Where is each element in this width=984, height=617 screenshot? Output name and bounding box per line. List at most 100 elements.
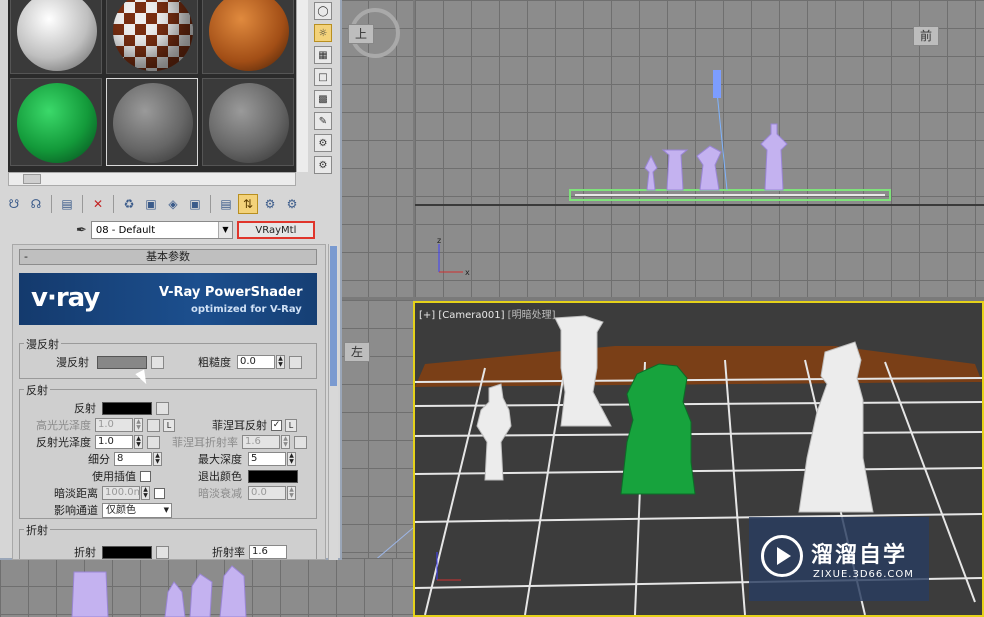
select-by-material-icon[interactable]: ⚙ [314, 156, 332, 174]
material-name-field[interactable]: 08 - Default ▼ [90, 221, 233, 239]
make-unique-icon[interactable]: ♻ [119, 194, 139, 214]
backlight-icon[interactable]: ☼ [314, 24, 332, 42]
exit-color-swatch[interactable] [248, 469, 298, 483]
fresnel-checkbox[interactable]: ✓ [271, 419, 282, 431]
front-king [760, 123, 788, 191]
sample-slots [8, 0, 296, 172]
play-icon [761, 535, 803, 577]
use-interp-checkbox[interactable] [140, 470, 151, 482]
sample-sphere-green [17, 83, 97, 163]
fresnel-ior-spinner-icon[interactable]: ▲ ▼ [281, 435, 290, 449]
ior-input[interactable]: 1.6 [249, 545, 287, 559]
material-toolbar: ☋ ☊ ▤ ✕ ♻ ▣ ◈ ▣ ▤ ⇅ ⚙ ⚙ [4, 193, 324, 215]
front-scene: z x [415, 70, 984, 277]
max-depth-label: 最大深度 [198, 453, 242, 466]
sample-slot-1[interactable] [10, 0, 102, 74]
view-cube-top[interactable]: 上 [348, 24, 374, 44]
refl-gloss-row: 反射光泽度 1.0 ▲ ▼ [36, 434, 160, 450]
params-scrollbar[interactable] [328, 244, 338, 560]
sample-slot-2[interactable] [106, 0, 198, 74]
sample-slot-5[interactable] [106, 78, 198, 166]
toolbar-separator [113, 195, 114, 213]
refl-gloss-map-button[interactable] [147, 435, 160, 449]
eyedropper-icon[interactable]: ✒ [76, 223, 87, 238]
affect-channels-select[interactable]: 仅颜色 ▼ [102, 502, 172, 518]
bottom-viewport[interactable] [0, 558, 415, 617]
max-depth-spinner-icon[interactable]: ▲ ▼ [287, 452, 296, 466]
sample-type-icon[interactable]: ◯ [314, 2, 332, 20]
make-preview-icon[interactable]: ✎ [314, 112, 332, 130]
dim-falloff-input[interactable]: 0.0 [248, 486, 286, 500]
exit-color-label: 退出颜色 [198, 470, 242, 483]
uv-tiling-icon[interactable]: □ [314, 68, 332, 86]
get-material-icon[interactable]: ☋ [4, 194, 24, 214]
bottom-scene [71, 565, 247, 617]
refl-gloss-spinner-icon[interactable]: ▲ ▼ [134, 435, 143, 449]
material-type-button[interactable]: VRayMtl [236, 221, 315, 239]
fresnel-ior-map-button[interactable] [294, 435, 307, 449]
params-scroll-thumb[interactable] [330, 246, 337, 386]
refraction-group-title: 折射 [24, 522, 50, 538]
reset-material-icon[interactable]: ✕ [88, 194, 108, 214]
front-axis-z-label: z [437, 236, 441, 245]
sample-vertical-scrollbar[interactable] [296, 0, 308, 172]
banner-title: V-Ray PowerShader [159, 285, 303, 300]
roughness-map-button[interactable] [289, 355, 302, 369]
hilight-gloss-spinner-icon[interactable]: ▲ ▼ [134, 418, 143, 432]
refl-gloss-label: 反射光泽度 [36, 436, 91, 449]
subdivs-spinner-icon[interactable]: ▲ ▼ [153, 452, 162, 466]
show-map-icon[interactable]: ▣ [185, 194, 205, 214]
put-to-scene-icon[interactable]: ☊ [26, 194, 46, 214]
hilight-gloss-map-button[interactable] [147, 418, 160, 432]
bottom-rook [71, 571, 109, 617]
assign-to-selection-icon[interactable]: ▤ [57, 194, 77, 214]
hilight-lock-button[interactable]: L [163, 418, 175, 432]
subdivs-input[interactable]: 8 [114, 452, 152, 466]
max-depth-row: 最大深度 5 ▲ ▼ [198, 451, 296, 467]
put-to-library-icon[interactable]: ▣ [141, 194, 161, 214]
go-forward-sibling-icon[interactable]: ⚙ [260, 194, 280, 214]
reflect-color-swatch[interactable] [102, 401, 152, 415]
dim-distance-spinner-icon[interactable]: ▲ ▼ [141, 486, 150, 500]
sample-slot-6[interactable] [202, 78, 294, 166]
sample-slot-3[interactable] [202, 0, 294, 74]
refl-gloss-input[interactable]: 1.0 [95, 435, 133, 449]
material-id-icon[interactable]: ◈ [163, 194, 183, 214]
diffuse-row: 漫反射 [56, 354, 164, 370]
sample-sphere-checker [113, 0, 193, 71]
background-icon[interactable]: ▦ [314, 46, 332, 64]
reflect-row: 反射 [74, 400, 169, 416]
fresnel-ior-input[interactable]: 1.6 [242, 435, 280, 449]
hilight-gloss-row: 高光光泽度 1.0 ▲ ▼ L [36, 417, 175, 433]
show-end-result-icon[interactable]: ▤ [216, 194, 236, 214]
hilight-gloss-input[interactable]: 1.0 [95, 418, 133, 432]
go-to-parent-icon[interactable]: ⇅ [238, 194, 258, 214]
diffuse-map-button[interactable] [151, 355, 164, 369]
sample-slot-4[interactable] [10, 78, 102, 166]
roughness-label: 粗糙度 [198, 356, 231, 369]
sample-horizontal-scrollbar[interactable] [8, 172, 296, 186]
fresnel-lock-button[interactable]: L [285, 418, 297, 432]
material-navigator-icon[interactable]: ⚙ [282, 194, 302, 214]
toolbar-separator [210, 195, 211, 213]
dim-distance-checkbox[interactable] [154, 487, 165, 499]
dim-distance-input[interactable]: 100.0n [102, 486, 140, 500]
top-viewport[interactable]: 上 [340, 0, 413, 297]
diffuse-color-swatch[interactable] [97, 355, 147, 369]
options-icon[interactable]: ⚙ [314, 134, 332, 152]
refract-map-button[interactable] [156, 545, 169, 559]
max-depth-input[interactable]: 5 [248, 452, 286, 466]
dim-falloff-spinner-icon[interactable]: ▲ ▼ [287, 486, 296, 500]
ior-row: 折射率 1.6 [212, 544, 287, 559]
front-viewport[interactable]: 前 z x [415, 0, 984, 297]
reflect-map-button[interactable] [156, 401, 169, 415]
roughness-input[interactable]: 0.0 [237, 355, 275, 369]
scroll-thumb[interactable] [23, 174, 41, 184]
video-color-check-icon[interactable]: ▩ [314, 90, 332, 108]
front-pieces [644, 123, 788, 191]
reflect-label: 反射 [74, 402, 96, 415]
rollout-header[interactable]: - 基本参数 [19, 249, 317, 265]
refract-color-swatch[interactable] [102, 545, 152, 559]
roughness-spinner-icon[interactable]: ▲ ▼ [276, 355, 285, 369]
reflection-group-title: 反射 [24, 382, 50, 398]
